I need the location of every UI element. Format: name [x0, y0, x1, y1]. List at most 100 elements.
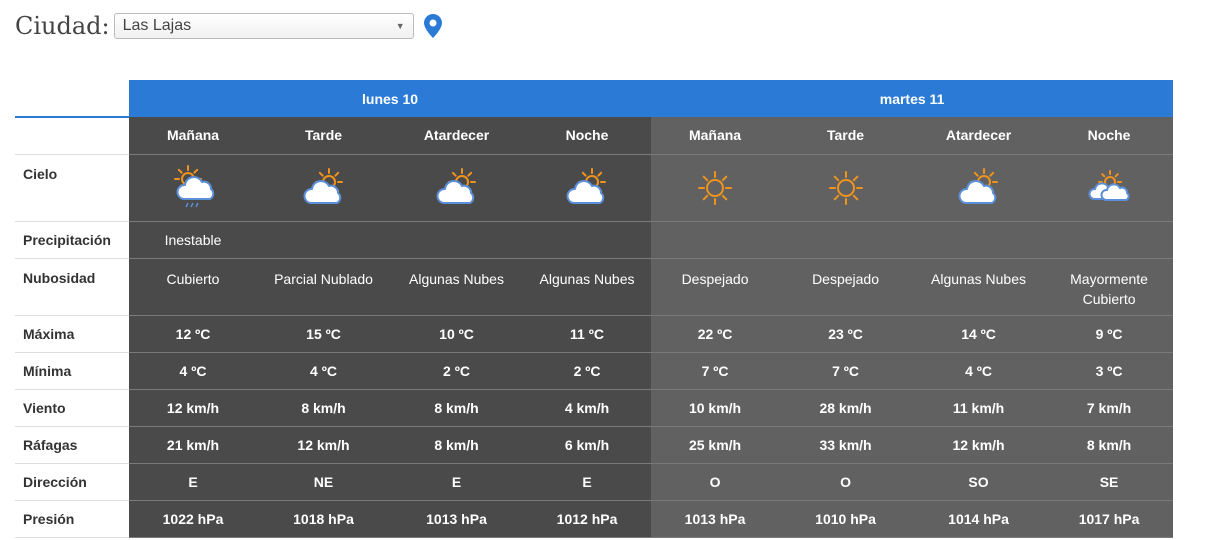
precip-cell [390, 221, 523, 259]
precip-cell [257, 221, 390, 259]
wind-cell: 28 km/h [779, 389, 913, 427]
cloud-row: Nubosidad Cubierto Parcial Nublado Algunas … [15, 258, 1174, 316]
row-label-sky: Cielo [15, 154, 129, 222]
wind-cell: 12 km/h [129, 389, 257, 427]
gust-cell: 25 km/h [651, 426, 780, 464]
period-header: Atardecer [390, 117, 523, 155]
wind-cell: 7 km/h [1045, 389, 1174, 427]
row-label-max: Máxima [15, 315, 129, 353]
city-label: Ciudad: [15, 12, 110, 40]
precip-cell [1045, 221, 1174, 259]
sky-cell [129, 154, 257, 222]
row-label-press: Presión [15, 500, 129, 538]
forecast-table: lunes 10 martes 11 Mañana Tarde Atardecer N… [15, 80, 1174, 538]
cloud-cell: Algunas Nubes [523, 258, 652, 316]
dir-row: Dirección E NE E E O O SO SE [15, 463, 1174, 501]
dir-cell: E [390, 463, 523, 501]
min-cell: 4 ºC [129, 352, 257, 390]
max-cell: 15 ºC [257, 315, 390, 353]
wind-row: Viento 12 km/h 8 km/h 8 km/h 4 km/h 10 km/h 28… [15, 389, 1174, 427]
row-label-min: Mínima [15, 352, 129, 390]
sun-icon [828, 170, 863, 205]
location-pin-icon[interactable] [423, 14, 442, 38]
dir-cell: NE [257, 463, 390, 501]
city-selector-bar: Ciudad: Las Lajas ▼ [15, 10, 442, 42]
gust-row: Ráfagas 21 km/h 12 km/h 8 km/h 6 km/h 25 km/h… [15, 426, 1174, 464]
dir-cell: E [129, 463, 257, 501]
cloud-cell: Despejado [779, 258, 913, 316]
dir-cell: E [523, 463, 652, 501]
min-cell: 7 ºC [779, 352, 913, 390]
wind-cell: 10 km/h [651, 389, 780, 427]
period-header: Tarde [257, 117, 390, 155]
row-label-dir: Dirección [15, 463, 129, 501]
partly-cloudy-icon [436, 167, 476, 204]
partly-cloudy-icon [303, 167, 343, 204]
sky-cell [257, 154, 390, 222]
max-cell: 12 ºC [129, 315, 257, 353]
partly-cloudy-icon [958, 167, 998, 204]
row-label-cloud: Nubosidad [15, 258, 129, 316]
gust-cell: 8 km/h [390, 426, 523, 464]
dir-cell: O [779, 463, 913, 501]
chevron-down-icon: ▼ [395, 21, 405, 31]
gust-cell: 12 km/h [912, 426, 1046, 464]
sky-row: Cielo [15, 154, 1174, 222]
wind-cell: 11 km/h [912, 389, 1046, 427]
gust-cell: 12 km/h [257, 426, 390, 464]
precip-cell [651, 221, 780, 259]
wind-cell: 4 km/h [523, 389, 652, 427]
sky-cell [912, 154, 1046, 222]
period-header: Tarde [779, 117, 913, 155]
period-row: Mañana Tarde Atardecer Noche Mañana Tarde Atar… [15, 117, 1174, 155]
cloud-cell: Algunas Nubes [912, 258, 1046, 316]
sky-cell [651, 154, 780, 222]
precip-row: Precipitación Inestable [15, 221, 1174, 259]
min-row: Mínima 4 ºC 4 ºC 2 ºC 2 ºC 7 ºC 7 ºC 4 ºC 3 ºC [15, 352, 1174, 390]
period-header: Mañana [651, 117, 780, 155]
sun-icon [698, 170, 733, 205]
day-header-1: lunes 10 [129, 80, 652, 117]
max-cell: 22 ºC [651, 315, 780, 353]
city-select-value: Las Lajas [122, 17, 192, 34]
max-cell: 11 ºC [523, 315, 652, 353]
min-cell: 4 ºC [257, 352, 390, 390]
gust-cell: 6 km/h [523, 426, 652, 464]
period-header: Noche [1045, 117, 1174, 155]
row-label-gust: Ráfagas [15, 426, 129, 464]
precip-cell: Inestable [129, 221, 257, 259]
period-label-blank [15, 117, 129, 155]
press-cell: 1013 hPa [651, 500, 780, 538]
precip-cell [523, 221, 652, 259]
press-cell: 1010 hPa [779, 500, 913, 538]
max-row: Máxima 12 ºC 15 ºC 10 ºC 11 ºC 22 ºC 23 ºC 14 º… [15, 315, 1174, 353]
cloud-cell: Algunas Nubes [390, 258, 523, 316]
sky-cell [779, 154, 913, 222]
day-header-row: lunes 10 martes 11 [15, 80, 1174, 118]
row-label-precip: Precipitación [15, 221, 129, 259]
press-cell: 1014 hPa [912, 500, 1046, 538]
max-cell: 14 ºC [912, 315, 1046, 353]
min-cell: 2 ºC [523, 352, 652, 390]
dir-cell: SO [912, 463, 1046, 501]
dir-cell: O [651, 463, 780, 501]
wind-cell: 8 km/h [257, 389, 390, 427]
sky-cell [523, 154, 652, 222]
sun-cloud-rain-icon [174, 164, 215, 207]
precip-cell [912, 221, 1046, 259]
min-cell: 3 ºC [1045, 352, 1174, 390]
period-header: Atardecer [912, 117, 1046, 155]
city-select[interactable]: Las Lajas ▼ [113, 13, 414, 39]
max-cell: 23 ºC [779, 315, 913, 353]
press-cell: 1022 hPa [129, 500, 257, 538]
precip-cell [779, 221, 913, 259]
dir-cell: SE [1045, 463, 1174, 501]
press-row: Presión 1022 hPa 1018 hPa 1013 hPa 1012 hPa 1… [15, 500, 1174, 538]
gust-cell: 33 km/h [779, 426, 913, 464]
press-cell: 1017 hPa [1045, 500, 1174, 538]
cloud-cell: Cubierto [129, 258, 257, 316]
row-label-wind: Viento [15, 389, 129, 427]
min-cell: 4 ºC [912, 352, 1046, 390]
press-cell: 1012 hPa [523, 500, 652, 538]
cloud-cell: Despejado [651, 258, 780, 316]
